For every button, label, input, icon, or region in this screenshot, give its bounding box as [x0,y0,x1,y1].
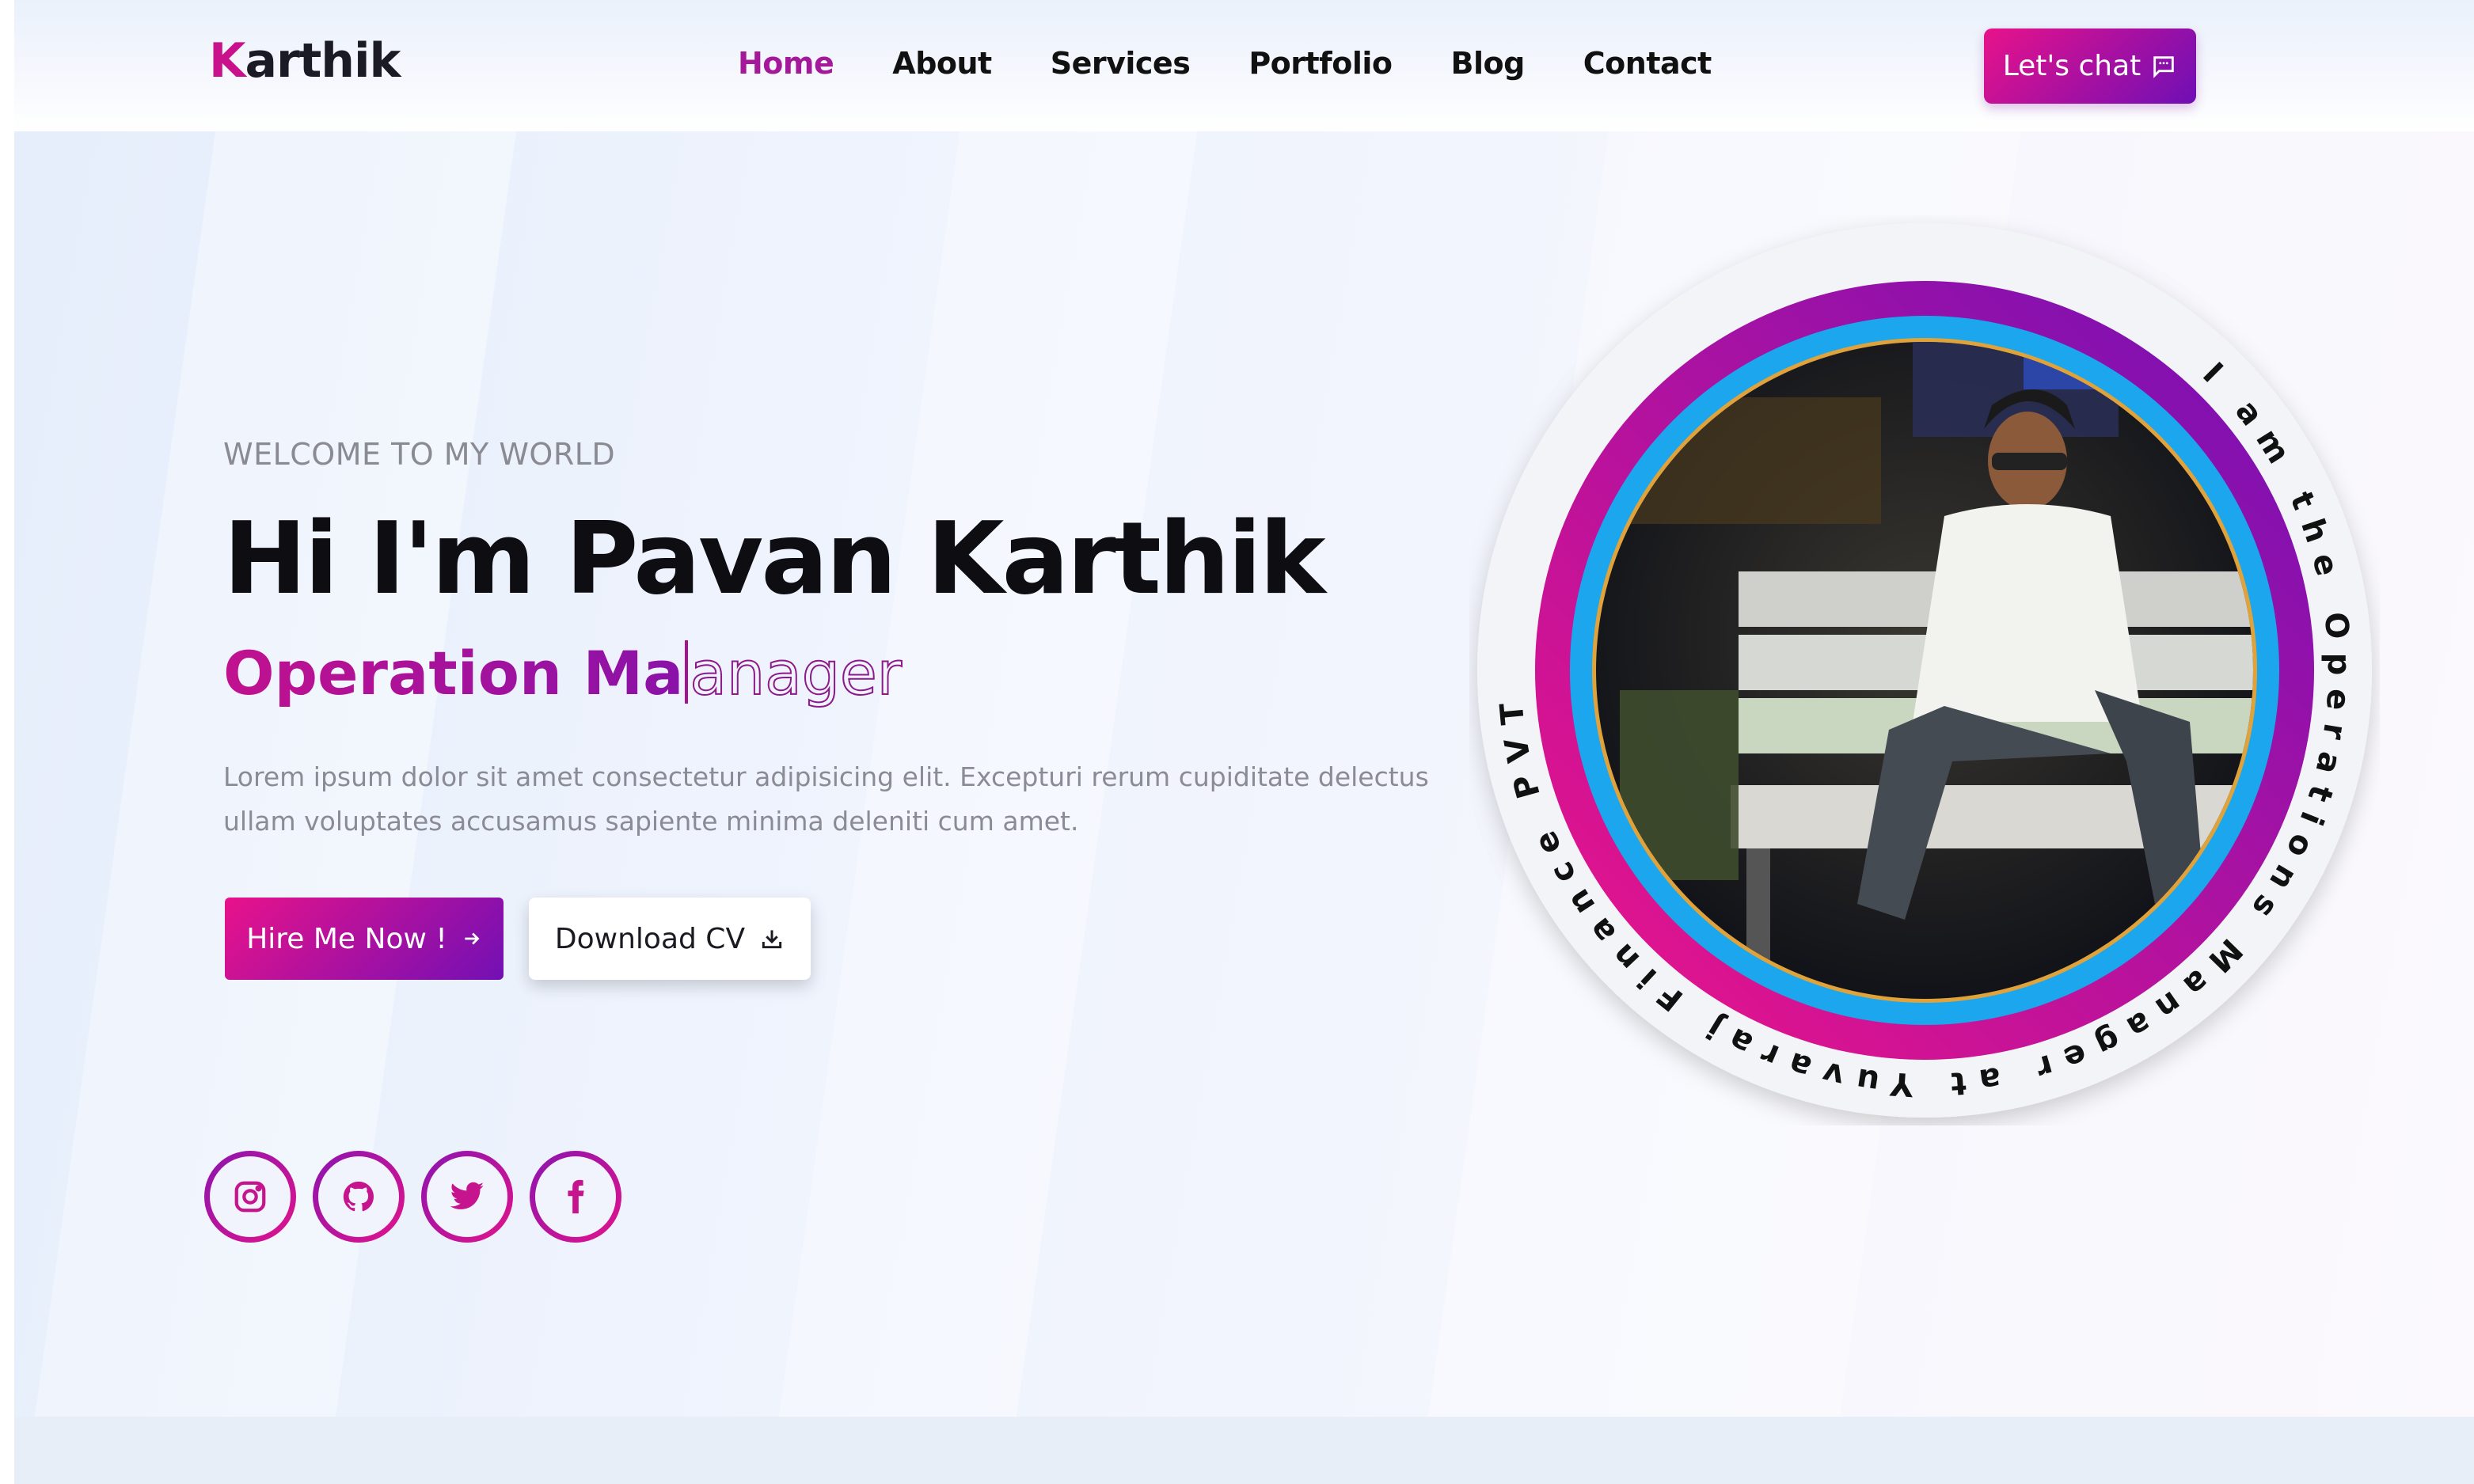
nav-services[interactable]: Services [1051,46,1191,81]
lets-chat-button[interactable]: Let's chat [1984,28,2196,104]
download-cv-button[interactable]: Download CV [529,898,811,980]
main-nav: Home About Services Portfolio Blog Conta… [738,46,1770,81]
instagram-icon [234,1181,266,1213]
github-icon [343,1181,374,1212]
typing-caret [685,640,689,704]
nav-home[interactable]: Home [738,46,834,81]
nav-contact[interactable]: Contact [1583,46,1712,81]
welcome-text: WELCOME TO MY WORLD [223,437,616,472]
lets-chat-label: Let's chat [2002,50,2141,82]
twitter-icon [450,1182,485,1209]
nav-about[interactable]: About [892,46,992,81]
nav-blog[interactable]: Blog [1450,46,1525,81]
chat-icon [2153,55,2175,78]
hero-title: Hi I'm Pavan Karthik [223,500,1326,617]
page-frame: Karthik Home About Services Portfolio Bl… [14,0,2474,1484]
nav-portfolio[interactable]: Portfolio [1248,46,1393,81]
hire-me-button[interactable]: Hire Me Now ! [225,898,504,980]
hero-description: Lorem ipsum dolor sit amet consectetur a… [223,761,1429,837]
profile-portrait: I am the Operations Manager at Yuvaraj F… [1450,187,2380,1125]
download-cv-label: Download CV [554,922,746,955]
twitter-link[interactable] [421,1151,513,1243]
bottom-band [14,1417,2474,1484]
facebook-link[interactable] [530,1151,621,1243]
facebook-icon [568,1179,584,1214]
github-link[interactable] [313,1151,405,1243]
download-icon [762,930,782,949]
site-header: Karthik Home About Services Portfolio Bl… [14,0,2474,131]
site-logo[interactable]: Karthik [209,33,401,89]
hero-role: Operation Ma anager [223,637,903,709]
instagram-link[interactable] [204,1151,296,1243]
hire-me-label: Hire Me Now ! [246,922,447,955]
arrow-right-icon [465,932,480,945]
